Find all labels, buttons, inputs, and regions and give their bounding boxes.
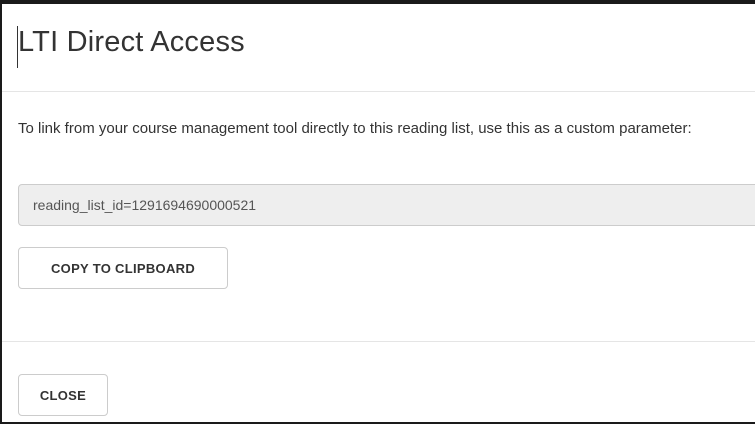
dialog-body: To link from your course management tool… bbox=[2, 92, 755, 342]
close-button[interactable]: CLOSE bbox=[18, 374, 108, 416]
custom-parameter-field[interactable]: reading_list_id=1291694690000521 bbox=[18, 184, 755, 226]
instruction-text: To link from your course management tool… bbox=[18, 120, 692, 137]
copy-to-clipboard-button[interactable]: COPY TO CLIPBOARD bbox=[18, 247, 228, 289]
lti-direct-access-dialog: LTI Direct Access To link from your cour… bbox=[0, 0, 755, 424]
dialog-title: LTI Direct Access bbox=[18, 26, 245, 58]
dialog-header: LTI Direct Access bbox=[2, 4, 755, 92]
